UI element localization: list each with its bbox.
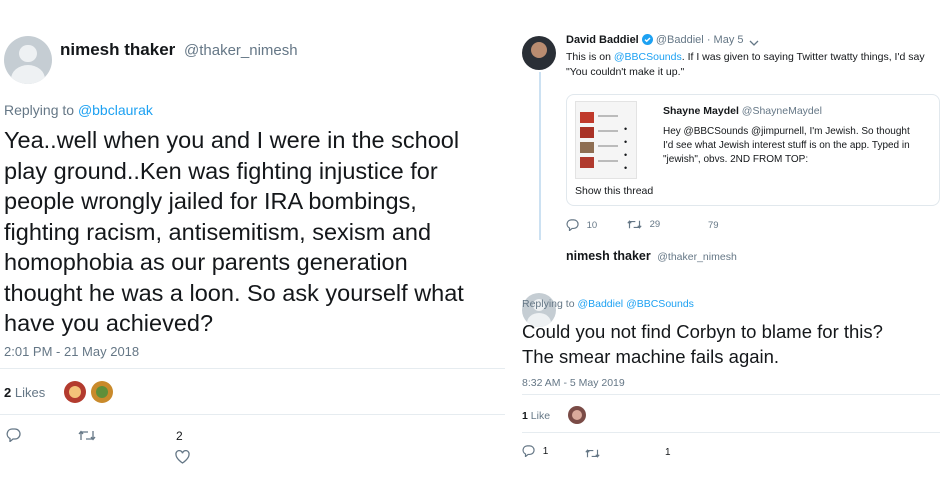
right-tweet-line: Could you not find Corbyn to blame for t… — [522, 321, 883, 342]
bbcsounds-mention[interactable]: @BBCSounds — [614, 51, 682, 63]
card-author-header: Shayne Maydel @ShayneMaydel — [663, 105, 822, 117]
retweet-icon — [585, 448, 600, 459]
reply-icon — [522, 445, 535, 457]
left-divider-bottom — [0, 414, 505, 415]
card-screenshot-thumbnail — [575, 101, 637, 179]
right-reply-button[interactable]: 1 — [522, 445, 548, 457]
quoted-like-count[interactable]: 79 — [708, 220, 719, 231]
left-author-handle[interactable]: @thaker_nimesh — [184, 42, 298, 59]
retweet-icon — [627, 219, 642, 230]
left-replying-to: Replying to @bbclaurak — [4, 102, 153, 118]
verified-badge-icon — [641, 34, 653, 45]
left-tweet-line: people wrongly jailed for IRA bombings, — [4, 188, 417, 214]
quoted-reply-button[interactable]: 10 — [566, 219, 597, 231]
left-timestamp[interactable]: 2:01 PM - 21 May 2018 — [4, 344, 139, 359]
baddiel-avatar[interactable] — [522, 36, 556, 70]
like-icon — [175, 450, 190, 464]
right-tweet-line: The smear machine fails again. — [522, 346, 780, 367]
left-likes-stat[interactable]: 2 Likes — [4, 385, 45, 400]
left-tweet-line: Yea..well when you and I were in the sch… — [4, 127, 460, 153]
right-like-count[interactable]: 1 — [665, 447, 671, 458]
left-tweet-line: play ground..Ken was fighting injustice … — [4, 157, 438, 184]
right-tweet-text: Could you not find Corbyn to blame for t… — [522, 319, 883, 369]
left-replying-handle[interactable]: @bbclaurak — [78, 102, 153, 118]
reply-icon — [566, 219, 579, 231]
retweet-icon — [78, 429, 96, 442]
thread-line — [539, 72, 541, 240]
baddiel-header: David Baddiel @Baddiel · May 5 — [566, 34, 744, 46]
left-tweet-line: fighting racism, antisemitism, sexism an… — [4, 218, 432, 245]
left-tweet-line: have you achieved? — [4, 310, 214, 336]
baddiel-tweet-text: This is on @BBCSounds. If I was given to… — [566, 51, 925, 78]
card-bullets: • • • • — [624, 124, 628, 173]
right-divider-bottom — [522, 432, 940, 433]
liker-avatar[interactable] — [568, 406, 586, 424]
left-tweet-line: homophobia as our parents generation — [4, 249, 408, 275]
right-replying-to: Replying to @Baddiel @BBCSounds — [522, 298, 694, 310]
reply-icon — [6, 428, 21, 442]
left-like-button[interactable] — [175, 450, 190, 469]
baddiel-handle[interactable]: @Baddiel — [656, 34, 704, 46]
right-timestamp[interactable]: 8:32 AM - 5 May 2019 — [522, 377, 625, 389]
liker-avatar[interactable] — [64, 381, 86, 403]
left-author-header: nimesh thaker @thaker_nimesh — [60, 40, 298, 60]
show-this-thread-link[interactable]: Show this thread — [575, 185, 653, 197]
left-author-avatar[interactable] — [4, 36, 52, 84]
left-divider-top — [0, 368, 505, 369]
baddiel-date[interactable]: · May 5 — [707, 34, 744, 46]
baddiel-name[interactable]: David Baddiel — [566, 34, 639, 46]
right-author-header: nimesh thaker @thaker_nimesh — [566, 249, 737, 263]
liker-avatar[interactable] — [91, 381, 113, 403]
left-author-name[interactable]: nimesh thaker — [60, 40, 175, 59]
card-text: Hey @BBCSounds @jimpurnell, I'm Jewish. … — [663, 126, 910, 165]
right-divider-top — [522, 394, 940, 395]
right-author-name[interactable]: nimesh thaker — [566, 249, 651, 263]
right-likes-stat[interactable]: 1 Like — [522, 410, 550, 422]
left-reply-button[interactable] — [6, 428, 21, 447]
quoted-retweet-button[interactable]: 29 — [627, 219, 660, 230]
left-tweet-text: Yea..well when you and I were in the sch… — [4, 125, 464, 339]
right-replying-handle[interactable]: @Baddiel — [577, 298, 623, 310]
left-tweet-line: thought he was a loon. So ask yourself w… — [4, 279, 464, 306]
left-retweet-button[interactable] — [78, 429, 96, 447]
right-retweet-button[interactable] — [585, 446, 600, 464]
card-author-handle[interactable]: @ShayneMaydel — [742, 105, 822, 117]
right-author-handle[interactable]: @thaker_nimesh — [657, 251, 737, 263]
quoted-tweet-card[interactable]: • • • • Shayne Maydel @ShayneMaydel Hey @BB… — [566, 94, 940, 206]
dropdown-chevron-icon — [749, 39, 759, 47]
left-like-count: 2 — [176, 429, 183, 443]
right-replying-handle[interactable]: @BBCSounds — [626, 298, 694, 310]
card-author-name[interactable]: Shayne Maydel — [663, 105, 739, 117]
